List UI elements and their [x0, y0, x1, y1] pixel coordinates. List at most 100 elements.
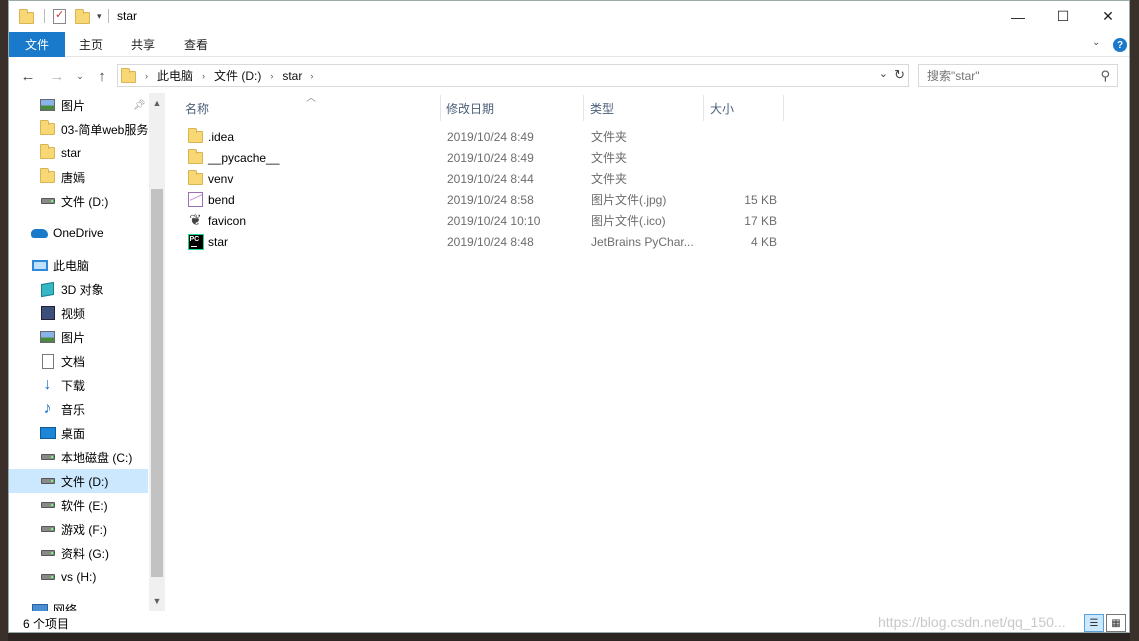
- file-row[interactable]: .idea 2019/10/24 8:49 文件夹: [179, 126, 789, 147]
- forward-button[interactable]: →: [46, 65, 68, 87]
- nav-item-3d-objects[interactable]: 3D 对象: [9, 277, 148, 301]
- nav-item-network[interactable]: 网络: [9, 597, 148, 611]
- search-box[interactable]: ⚲: [918, 64, 1118, 87]
- folder-icon: [187, 127, 204, 145]
- nav-item-label: 网络: [53, 602, 78, 612]
- nav-item-label: 游戏 (F:): [61, 522, 107, 537]
- details-view-icon[interactable]: ☰: [1084, 614, 1104, 632]
- column-divider[interactable]: [440, 95, 441, 121]
- file-type: 文件夹: [591, 130, 628, 144]
- breadcrumb-separator-icon[interactable]: ›: [145, 71, 148, 81]
- navigation-pane: 图片 📌︎ 03-简单web服务 star 唐嫣 文件 (D:) OneDriv…: [9, 93, 165, 611]
- nav-item-drive-f[interactable]: 游戏 (F:): [9, 517, 148, 541]
- properties-icon[interactable]: [53, 8, 66, 24]
- nav-item-label: 资料 (G:): [61, 546, 109, 561]
- scroll-down-arrow-icon[interactable]: ▼: [149, 593, 165, 609]
- nav-item-pictures[interactable]: 图片: [9, 325, 148, 349]
- scroll-up-arrow-icon[interactable]: ▲: [149, 95, 165, 111]
- column-header-type[interactable]: 类型: [590, 95, 614, 121]
- folder-icon: [19, 8, 34, 24]
- breadcrumb-separator-icon[interactable]: ›: [202, 71, 205, 81]
- nav-item-tangyan[interactable]: 唐嫣: [9, 165, 148, 189]
- new-folder-icon[interactable]: [75, 8, 90, 24]
- drive-icon: [39, 473, 56, 489]
- file-row[interactable]: PC star 2019/10/24 8:48 JetBrains PyChar…: [179, 231, 789, 252]
- column-header-size[interactable]: 大小: [710, 95, 734, 121]
- breadcrumb-separator-icon[interactable]: ›: [310, 71, 313, 81]
- file-row[interactable]: venv 2019/10/24 8:44 文件夹: [179, 168, 789, 189]
- expand-ribbon-chevron-icon[interactable]: ⌄: [1092, 37, 1100, 48]
- nav-item-label: vs (H:): [61, 570, 97, 584]
- nav-item-drive-h[interactable]: vs (H:): [9, 565, 148, 589]
- nav-item-label: 此电脑: [53, 258, 90, 273]
- file-row[interactable]: __pycache__ 2019/10/24 8:49 文件夹: [179, 147, 789, 168]
- maximize-button[interactable]: ☐: [1040, 1, 1086, 32]
- item-count: 6 个项目: [23, 617, 70, 631]
- quick-access-toolbar: ▾: [19, 7, 109, 25]
- help-icon[interactable]: ?: [1113, 38, 1127, 52]
- breadcrumb-separator-icon[interactable]: ›: [270, 71, 273, 81]
- pin-icon[interactable]: 📌︎: [133, 100, 146, 111]
- nav-item-videos[interactable]: 视频: [9, 301, 148, 325]
- tab-share[interactable]: 共享: [131, 32, 155, 57]
- tab-home[interactable]: 主页: [79, 32, 103, 57]
- tab-file[interactable]: 文件: [9, 32, 65, 57]
- large-icons-view-icon[interactable]: ▦: [1106, 614, 1126, 632]
- column-divider[interactable]: [703, 95, 704, 121]
- breadcrumb-star[interactable]: star: [282, 69, 302, 83]
- column-header-date[interactable]: 修改日期: [446, 95, 494, 121]
- nav-item-label: 03-简单web服务: [61, 122, 148, 137]
- folder-icon: [39, 144, 56, 161]
- file-row[interactable]: bend 2019/10/24 8:58 图片文件(.jpg) 15 KB: [179, 189, 789, 210]
- column-header-name[interactable]: 名称: [185, 95, 209, 121]
- nav-item-03-web[interactable]: 03-简单web服务: [9, 117, 148, 141]
- file-size: 17 KB: [744, 213, 777, 228]
- file-type: 文件夹: [591, 172, 628, 186]
- navigation-scrollbar[interactable]: ▲ ▼: [149, 93, 165, 611]
- customize-toolbar-chevron-icon[interactable]: ▾: [97, 11, 102, 22]
- sort-ascending-icon: ︿: [306, 93, 316, 104]
- minimize-button[interactable]: —: [995, 1, 1041, 32]
- tab-view[interactable]: 查看: [184, 32, 208, 57]
- column-divider[interactable]: [783, 95, 784, 121]
- nav-item-drive-g[interactable]: 资料 (G:): [9, 541, 148, 565]
- nav-item-documents[interactable]: 文档: [9, 349, 148, 373]
- up-button[interactable]: ↑: [91, 65, 113, 87]
- nav-item-label: 文件 (D:): [61, 194, 109, 209]
- back-button[interactable]: ←: [17, 65, 39, 87]
- address-history-chevron-icon[interactable]: ⌄: [879, 67, 888, 80]
- pictures-icon: [39, 329, 56, 345]
- search-input[interactable]: [927, 68, 1097, 83]
- file-row[interactable]: ❦ favicon 2019/10/24 10:10 图片文件(.ico) 17…: [179, 210, 789, 231]
- close-button[interactable]: ✕: [1085, 1, 1131, 32]
- address-bar[interactable]: › 此电脑 › 文件 (D:) › star › ⌄ ↻: [117, 64, 909, 87]
- nav-item-star[interactable]: star: [9, 141, 148, 165]
- file-type: 文件夹: [591, 151, 628, 165]
- nav-item-music[interactable]: ♪ 音乐: [9, 397, 148, 421]
- refresh-icon[interactable]: ↻: [894, 67, 905, 83]
- pictures-icon: [39, 97, 56, 113]
- file-date: 2019/10/24 8:49: [447, 129, 534, 144]
- nav-item-drive-e[interactable]: 软件 (E:): [9, 493, 148, 517]
- file-date: 2019/10/24 8:49: [447, 150, 534, 165]
- scroll-thumb[interactable]: [151, 189, 163, 577]
- nav-item-drive-d-quick[interactable]: 文件 (D:): [9, 189, 148, 213]
- search-icon[interactable]: ⚲: [1100, 68, 1110, 84]
- file-size: 15 KB: [744, 192, 777, 207]
- nav-item-desktop[interactable]: 桌面: [9, 421, 148, 445]
- nav-item-onedrive[interactable]: OneDrive: [9, 221, 148, 245]
- breadcrumb-this-pc[interactable]: 此电脑: [157, 67, 193, 84]
- nav-item-drive-c[interactable]: 本地磁盘 (C:): [9, 445, 148, 469]
- nav-item-label: 桌面: [61, 426, 86, 441]
- nav-item-pictures-pinned[interactable]: 图片 📌︎: [9, 93, 148, 117]
- nav-item-this-pc[interactable]: 此电脑: [9, 253, 148, 277]
- column-divider[interactable]: [583, 95, 584, 121]
- nav-item-label: 音乐: [61, 402, 86, 417]
- file-explorer-window: ▾ star — ☐ ✕ 文件 主页 共享 查看 ⌄ ? ← → ⌄ ↑ › 此…: [8, 0, 1130, 633]
- nav-item-downloads[interactable]: ↓ 下载: [9, 373, 148, 397]
- nav-item-drive-d[interactable]: 文件 (D:): [9, 469, 148, 493]
- recent-locations-chevron-icon[interactable]: ⌄: [69, 65, 91, 87]
- breadcrumb-drive-d[interactable]: 文件 (D:): [214, 67, 261, 84]
- nav-item-label: 图片: [61, 98, 86, 113]
- file-name: .idea: [208, 129, 235, 144]
